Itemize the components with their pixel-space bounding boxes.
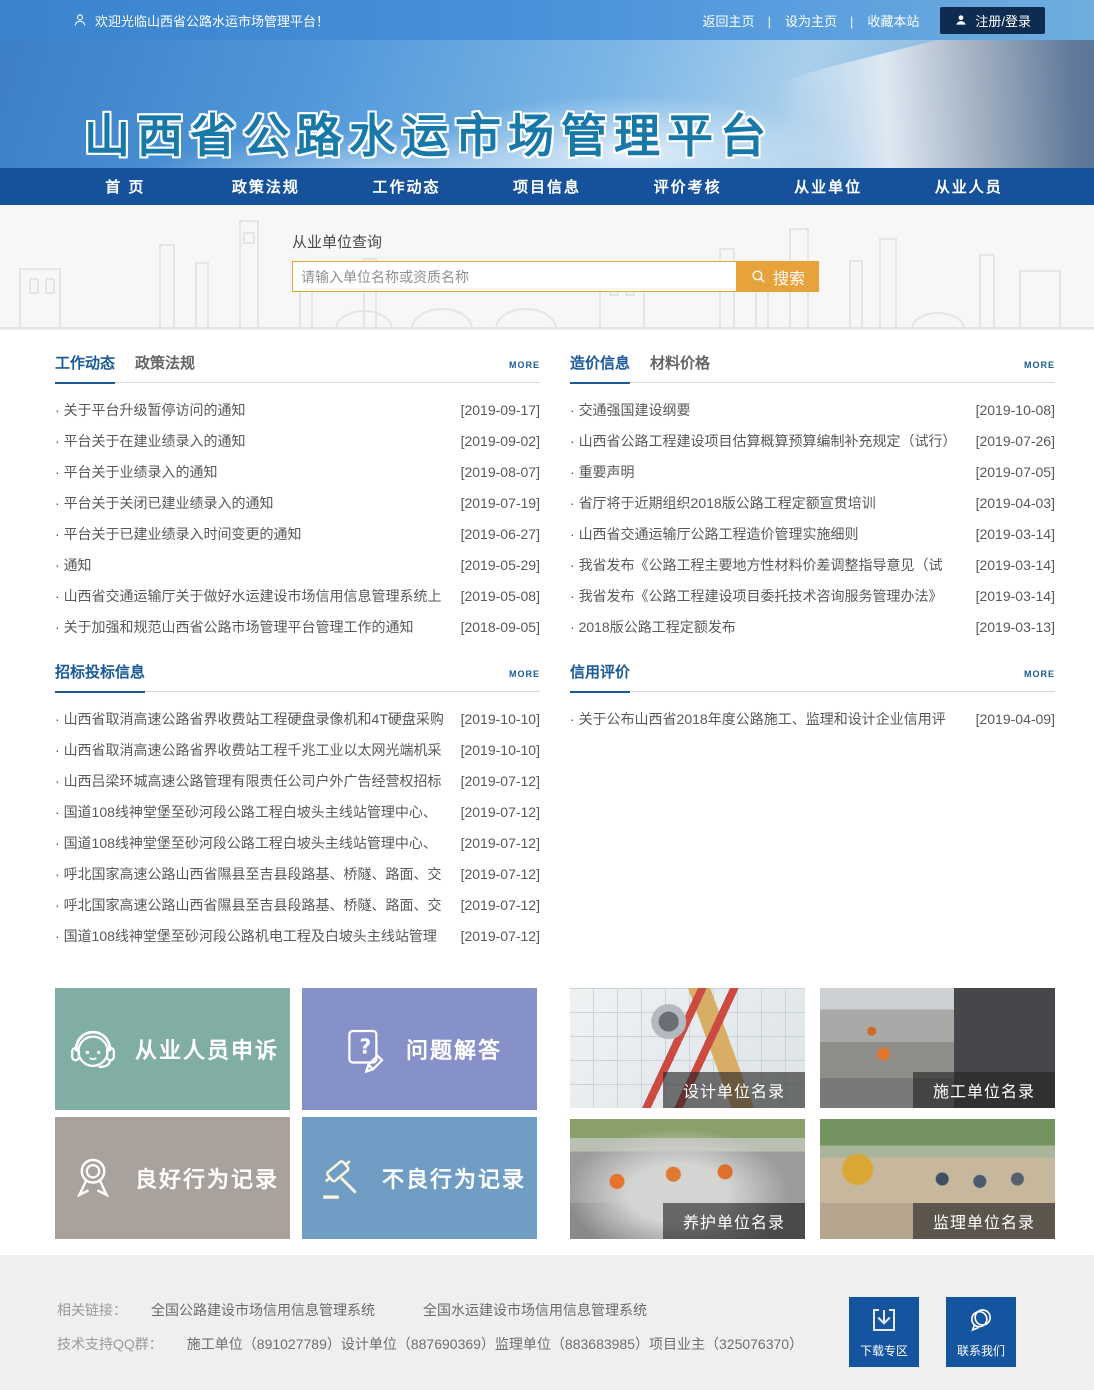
set-home-link[interactable]: 设为主页 (778, 11, 860, 30)
tab-policy[interactable]: 政策法规 (135, 352, 195, 373)
news-item[interactable]: 平台关于业绩录入的通知[2019-08-07] (55, 456, 540, 487)
news-item[interactable]: 山西吕梁环城高速公路管理有限责任公司户外广告经营权招标[2019-07-12] (55, 765, 540, 796)
directory-label: 设计单位名录 (663, 1072, 805, 1108)
news-item[interactable]: 平台关于在建业绩录入的通知[2019-09-02] (55, 425, 540, 456)
search-section-title: 从业单位查询 (292, 231, 822, 252)
news-item[interactable]: 国道108线神堂堡至砂河段公路工程白坡头主线站管理中心、[2019-07-12] (55, 796, 540, 827)
tab-material-price[interactable]: 材料价格 (650, 352, 710, 373)
download-zone-button[interactable]: 下载专区 (849, 1297, 919, 1367)
site-title: 山西省公路水运市场管理平台 (84, 100, 773, 166)
chat-bubbles-icon (966, 1305, 996, 1335)
news-item[interactable]: 交通强国建设纲要[2019-10-08] (570, 394, 1055, 425)
topbar: 欢迎光临山西省公路水运市场管理平台！ 返回主页 设为主页 收藏本站 注册/登录 (0, 0, 1094, 40)
staff-appeal-card[interactable]: 从业人员申诉 (55, 988, 290, 1110)
more-link-bidding[interactable]: MORE (509, 669, 540, 679)
national-highway-credit-link[interactable]: 全国公路建设市场信用信息管理系统 (151, 1300, 375, 1320)
download-icon (869, 1305, 899, 1335)
contact-us-button[interactable]: 联系我们 (946, 1297, 1016, 1367)
news-item[interactable]: 重要声明[2019-07-05] (570, 456, 1055, 487)
news-item[interactable]: 山西省取消高速公路省界收费站工程硬盘录像机和4T硬盘采购[2019-10-10] (55, 703, 540, 734)
news-item[interactable]: 国道108线神堂堡至砂河段公路工程白坡头主线站管理中心、[2019-07-12] (55, 827, 540, 858)
unit-search-section: 从业单位查询 搜索 (0, 205, 1094, 330)
welcome-text: 欢迎光临山西省公路水运市场管理平台！ (95, 11, 329, 30)
design-units-directory[interactable]: 设计单位名录 (570, 988, 805, 1108)
tab-bidding[interactable]: 招标投标信息 (55, 661, 145, 682)
national-waterway-credit-link[interactable]: 全国水运建设市场信用信息管理系统 (423, 1300, 647, 1320)
news-item[interactable]: 国道108线神堂堡至砂河段公路机电工程及白坡头主线站管理[2019-07-12] (55, 920, 540, 951)
qa-card[interactable]: ? 问题解答 (302, 988, 537, 1110)
welcome-message: 欢迎光临山西省公路水运市场管理平台！ (72, 11, 329, 30)
supervision-units-directory[interactable]: 监理单位名录 (820, 1119, 1055, 1239)
news-item[interactable]: 省厅将于近期组织2018版公路工程定额宣贯培训[2019-04-03] (570, 487, 1055, 518)
directory-label: 施工单位名录 (913, 1072, 1055, 1108)
qq-support-label: 技术支持QQ群： (57, 1334, 163, 1354)
news-item[interactable]: 2018版公路工程定额发布[2019-03-13] (570, 611, 1055, 642)
news-item[interactable]: 关于公布山西省2018年度公路施工、监理和设计企业信用评[2019-04-09] (570, 703, 1055, 734)
directory-label: 监理单位名录 (913, 1203, 1055, 1239)
login-user-icon (954, 13, 968, 27)
construction-units-directory[interactable]: 施工单位名录 (820, 988, 1055, 1108)
news-item[interactable]: 关于平台升级暂停访问的通知[2019-09-17] (55, 394, 540, 425)
login-register-button[interactable]: 注册/登录 (940, 7, 1045, 34)
nav-item[interactable]: 首 页 (55, 168, 196, 205)
unit-search-input[interactable] (292, 261, 736, 292)
bad-behavior-card[interactable]: 不良行为记录 (302, 1117, 537, 1239)
cost-info-panel: 造价信息 材料价格 MORE 交通强国建设纲要[2019-10-08] 山西省公… (570, 352, 1055, 642)
nav-item[interactable]: 从业人员 (898, 168, 1039, 205)
directory-grid: 设计单位名录 施工单位名录 养护单位名录 监理单位名录 (570, 988, 1055, 1239)
gavel-icon (313, 1151, 367, 1205)
nav-item[interactable]: 从业单位 (758, 168, 899, 205)
news-item[interactable]: 通知[2019-05-29] (55, 549, 540, 580)
news-item[interactable]: 呼北国家高速公路山西省隰县至吉县段路基、桥隧、路面、交[2019-07-12] (55, 889, 540, 920)
news-item[interactable]: 山西省交通运输厅关于做好水运建设市场信用信息管理系统上[2019-05-08] (55, 580, 540, 611)
news-item[interactable]: 我省发布《公路工程建设项目委托技术咨询服务管理办法》[2019-03-14] (570, 580, 1055, 611)
user-icon (72, 12, 88, 28)
news-item[interactable]: 我省发布《公路工程主要地方性材料价差调整指导意见（试[2019-03-14] (570, 549, 1055, 580)
nav-item[interactable]: 项目信息 (477, 168, 618, 205)
related-links-label: 相关链接： (57, 1300, 127, 1320)
tab-credit[interactable]: 信用评价 (570, 661, 630, 682)
svg-text:?: ? (359, 1035, 371, 1059)
more-link-work[interactable]: MORE (509, 360, 540, 370)
more-link-credit[interactable]: MORE (1024, 669, 1055, 679)
news-item[interactable]: 山西省公路工程建设项目估算概算预算编制补充规定（试行）[2019-07-26] (570, 425, 1055, 456)
more-link-cost[interactable]: MORE (1024, 360, 1055, 370)
work-news-panel: 工作动态 政策法规 MORE 关于平台升级暂停访问的通知[2019-09-17]… (55, 352, 540, 642)
maintenance-units-directory[interactable]: 养护单位名录 (570, 1119, 805, 1239)
site-banner: 山西省公路水运市场管理平台 (0, 40, 1094, 168)
search-icon (750, 268, 767, 285)
question-note-icon: ? (337, 1022, 391, 1076)
main-navigation: 首 页政策法规工作动态项目信息评价考核从业单位从业人员 (0, 168, 1094, 205)
qq-group-numbers: 施工单位（891027789）设计单位（887690369）监理单位（88368… (187, 1334, 803, 1354)
nav-item[interactable]: 工作动态 (336, 168, 477, 205)
nav-item[interactable]: 评价考核 (617, 168, 758, 205)
main-content: 工作动态 政策法规 MORE 关于平台升级暂停访问的通知[2019-09-17]… (55, 330, 1055, 1239)
news-item[interactable]: 山西省交通运输厅公路工程造价管理实施细则[2019-03-14] (570, 518, 1055, 549)
headset-icon (66, 1022, 120, 1076)
favorite-link[interactable]: 收藏本站 (860, 11, 926, 30)
bidding-panel: 招标投标信息 MORE 山西省取消高速公路省界收费站工程硬盘录像机和4T硬盘采购… (55, 661, 540, 951)
tab-work-news[interactable]: 工作动态 (55, 352, 115, 373)
nav-item[interactable]: 政策法规 (196, 168, 337, 205)
directory-label: 养护单位名录 (663, 1203, 805, 1239)
news-item[interactable]: 关于加强和规范山西省公路市场管理平台管理工作的通知[2018-09-05] (55, 611, 540, 642)
quick-links-grid: 从业人员申诉 ? 问题解答 良好行为记录 (55, 988, 537, 1239)
news-item[interactable]: 平台关于已建业绩录入时间变更的通知[2019-06-27] (55, 518, 540, 549)
good-behavior-card[interactable]: 良好行为记录 (55, 1117, 290, 1239)
back-home-link[interactable]: 返回主页 (696, 11, 778, 30)
news-item[interactable]: 呼北国家高速公路山西省隰县至吉县段路基、桥隧、路面、交[2019-07-12] (55, 858, 540, 889)
news-item[interactable]: 山西省取消高速公路省界收费站工程千兆工业以太网光端机采[2019-10-10] (55, 734, 540, 765)
news-item[interactable]: 平台关于关闭已建业绩录入的通知[2019-07-19] (55, 487, 540, 518)
search-button[interactable]: 搜索 (736, 261, 819, 292)
credit-panel: 信用评价 MORE 关于公布山西省2018年度公路施工、监理和设计企业信用评[2… (570, 661, 1055, 951)
medal-icon (66, 1151, 120, 1205)
tab-cost-info[interactable]: 造价信息 (570, 352, 630, 373)
